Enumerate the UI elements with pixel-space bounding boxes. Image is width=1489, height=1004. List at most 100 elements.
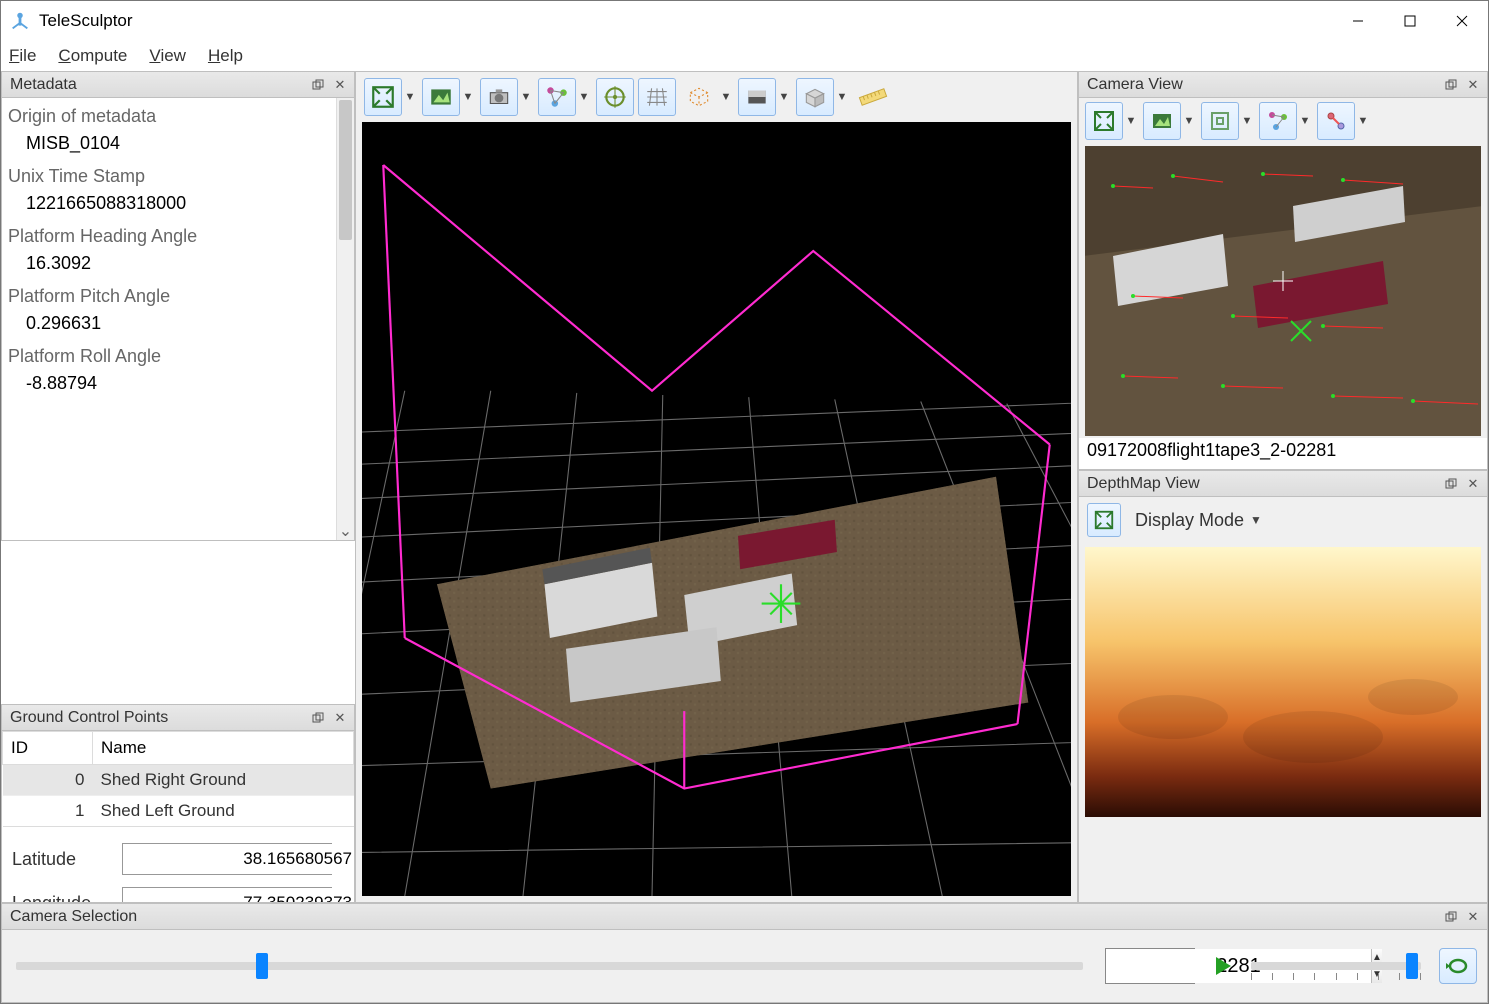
- dropdown-arrow-icon[interactable]: ▼: [576, 78, 592, 116]
- cam-lock-button[interactable]: [1201, 102, 1239, 140]
- metadata-panel-float-button[interactable]: [308, 75, 328, 95]
- dropdown-arrow-icon[interactable]: ▼: [834, 78, 850, 116]
- gcp-panel-title: Ground Control Points: [10, 709, 308, 727]
- app-logo-icon: [9, 10, 31, 32]
- speed-slider[interactable]: [1251, 962, 1421, 970]
- dropdown-arrow-icon[interactable]: ▼: [776, 78, 792, 116]
- metadata-value: MISB_0104: [8, 131, 348, 162]
- camera-selection-close-button[interactable]: ✕: [1463, 907, 1483, 927]
- gcp-cell-name: Shed Right Ground: [93, 765, 354, 796]
- play-button[interactable]: [1213, 955, 1233, 977]
- display-mode-dropdown[interactable]: Display Mode ▼: [1135, 510, 1262, 531]
- metadata-scrollbar[interactable]: ⌄: [336, 98, 354, 540]
- cam-image-layer-button[interactable]: [1143, 102, 1181, 140]
- camera-button[interactable]: [480, 78, 518, 116]
- table-row[interactable]: 1 Shed Left Ground: [3, 796, 354, 827]
- depthmap-float-button[interactable]: [1441, 474, 1461, 494]
- volume-button[interactable]: [796, 78, 834, 116]
- roi-button[interactable]: [680, 78, 718, 116]
- gcp-cell-id: 1: [3, 796, 93, 827]
- gcp-table[interactable]: ID Name 0 Shed Right Ground 1 Shed Left …: [2, 731, 354, 827]
- menu-help[interactable]: Help: [208, 46, 243, 66]
- world-view-toolbar: ▼ ▼ ▼ ▼: [356, 72, 1077, 122]
- dropdown-arrow-icon[interactable]: ▼: [1297, 102, 1313, 140]
- camera-view-float-button[interactable]: [1441, 75, 1461, 95]
- metadata-list: Origin of metadata MISB_0104 Unix Time S…: [2, 98, 354, 406]
- gcp-cell-name: Shed Left Ground: [93, 796, 354, 827]
- dropdown-arrow-icon[interactable]: ▼: [1239, 102, 1255, 140]
- dropdown-arrow-icon: ▼: [1250, 513, 1262, 527]
- camera-view-close-button[interactable]: ✕: [1463, 75, 1483, 95]
- titlebar: TeleSculptor: [1, 1, 1488, 41]
- dropdown-arrow-icon[interactable]: ▼: [518, 78, 534, 116]
- gcp-col-id[interactable]: ID: [3, 732, 93, 765]
- cam-residuals-button[interactable]: [1317, 102, 1355, 140]
- metadata-value: 0.296631: [8, 311, 348, 342]
- camera-view-panel-title: Camera View: [1087, 76, 1441, 94]
- depthmap-panel-title: DepthMap View: [1087, 475, 1441, 493]
- longitude-label: Longitude: [12, 893, 112, 903]
- depthmap-image[interactable]: [1085, 547, 1481, 817]
- world-view-canvas[interactable]: [362, 122, 1071, 896]
- menu-view[interactable]: View: [149, 46, 186, 66]
- camera-view-toolbar: ▼ ▼ ▼ ▼ ▼: [1079, 98, 1487, 144]
- menubar: File Compute View Help: [1, 41, 1488, 71]
- camera-view-panel: Camera View ✕ ▼ ▼ ▼ ▼ ▼: [1078, 71, 1488, 470]
- metadata-key: Origin of metadata: [8, 102, 348, 131]
- dropdown-arrow-icon[interactable]: ▼: [1355, 102, 1371, 140]
- frame-slider[interactable]: [16, 962, 1083, 970]
- ruler-button[interactable]: [854, 78, 892, 116]
- camera-selection-title: Camera Selection: [10, 908, 1441, 926]
- latitude-label: Latitude: [12, 849, 112, 870]
- camera-view-image[interactable]: [1085, 146, 1481, 436]
- image-layer-button[interactable]: [422, 78, 460, 116]
- zoom-extents-button[interactable]: [364, 78, 402, 116]
- table-row[interactable]: 0 Shed Right Ground: [3, 765, 354, 796]
- cam-zoom-extents-button[interactable]: [1085, 102, 1123, 140]
- longitude-spinbox[interactable]: ▲▼: [122, 887, 332, 902]
- app-title: TeleSculptor: [39, 11, 1332, 31]
- metadata-key: Unix Time Stamp: [8, 162, 348, 191]
- metadata-key: Platform Pitch Angle: [8, 282, 348, 311]
- metadata-value: -8.88794: [8, 371, 348, 402]
- metadata-panel-close-button[interactable]: ✕: [330, 75, 350, 95]
- camera-selection-float-button[interactable]: [1441, 907, 1461, 927]
- menu-compute[interactable]: Compute: [58, 46, 127, 66]
- window-maximize-button[interactable]: [1384, 3, 1436, 39]
- metadata-key: Platform Roll Angle: [8, 342, 348, 371]
- dropdown-arrow-icon[interactable]: ▼: [1181, 102, 1197, 140]
- ground-plane-button[interactable]: [638, 78, 676, 116]
- depthmap-layer-button[interactable]: [738, 78, 776, 116]
- metadata-panel-title: Metadata: [10, 76, 308, 94]
- dropdown-arrow-icon[interactable]: ▼: [460, 78, 476, 116]
- landmarks-button[interactable]: [538, 78, 576, 116]
- metadata-key: Platform Heading Angle: [8, 222, 348, 251]
- gcp-col-name[interactable]: Name: [93, 732, 354, 765]
- window-minimize-button[interactable]: [1332, 3, 1384, 39]
- depthmap-toolbar: Display Mode ▼: [1079, 497, 1487, 543]
- cam-tracks-button[interactable]: [1259, 102, 1297, 140]
- dropdown-arrow-icon[interactable]: ▼: [1123, 102, 1139, 140]
- camera-frame-label: 09172008flight1tape3_2-02281: [1079, 438, 1487, 469]
- loop-button[interactable]: [1439, 948, 1477, 984]
- dropdown-arrow-icon[interactable]: ▼: [718, 78, 734, 116]
- latitude-spinbox[interactable]: ▲▼: [122, 843, 332, 875]
- display-mode-label: Display Mode: [1135, 510, 1244, 531]
- frame-spinbox[interactable]: ▲▼: [1105, 948, 1195, 984]
- gcp-panel-close-button[interactable]: ✕: [330, 708, 350, 728]
- world-view-panel: ▼ ▼ ▼ ▼: [355, 71, 1078, 903]
- gcp-cell-id: 0: [3, 765, 93, 796]
- depth-zoom-extents-button[interactable]: [1087, 503, 1121, 537]
- window-close-button[interactable]: [1436, 3, 1488, 39]
- ground-control-button[interactable]: [596, 78, 634, 116]
- depthmap-panel: DepthMap View ✕ Display Mode ▼: [1078, 470, 1488, 903]
- latitude-input[interactable]: [123, 844, 354, 874]
- dropdown-arrow-icon[interactable]: ▼: [402, 78, 418, 116]
- gcp-panel: Ground Control Points ✕ ID Name 0 Shed R…: [1, 704, 355, 903]
- menu-file[interactable]: File: [9, 46, 36, 66]
- metadata-value: 1221665088318000: [8, 191, 348, 222]
- depthmap-close-button[interactable]: ✕: [1463, 474, 1483, 494]
- metadata-panel: Metadata ✕ Origin of metadata MISB_0104 …: [1, 71, 355, 541]
- gcp-panel-float-button[interactable]: [308, 708, 328, 728]
- longitude-input[interactable]: [123, 888, 354, 902]
